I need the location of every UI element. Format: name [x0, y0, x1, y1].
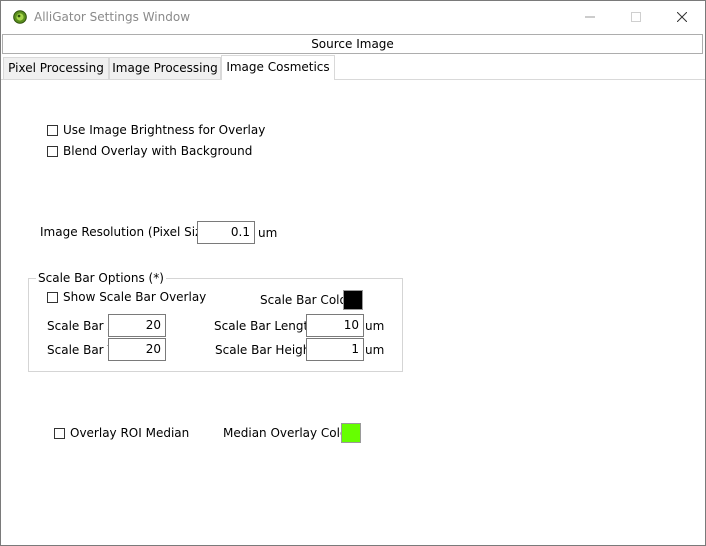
- scale-bar-length-input[interactable]: 10: [306, 314, 364, 337]
- scale-bar-x-label: Scale Bar X: [47, 319, 116, 333]
- minimize-button[interactable]: [567, 1, 613, 33]
- maximize-icon: [631, 12, 641, 22]
- image-resolution-unit: um: [258, 226, 278, 240]
- scale-bar-options-legend: Scale Bar Options (*): [36, 271, 166, 285]
- scale-bar-height-input[interactable]: 1: [306, 338, 364, 361]
- tab-pixel-processing[interactable]: Pixel Processing: [3, 57, 109, 79]
- scale-bar-y-input[interactable]: 20: [108, 338, 166, 361]
- scale-bar-height-unit: um: [365, 343, 385, 357]
- brightness-overlay-label: Use Image Brightness for Overlay: [63, 123, 266, 137]
- maximize-button[interactable]: [613, 1, 659, 33]
- show-scale-bar-checkbox[interactable]: [47, 292, 58, 303]
- settings-window: AlliGator Settings Window Source Image P…: [0, 0, 706, 546]
- close-button[interactable]: [659, 1, 705, 33]
- tab-image-cosmetics[interactable]: Image Cosmetics: [221, 55, 335, 80]
- alligator-app-icon: [13, 10, 27, 24]
- tab-strip: Pixel Processing Image Processing Image …: [1, 55, 705, 81]
- tab-divider: [1, 79, 705, 80]
- blend-overlay-checkbox[interactable]: [47, 146, 58, 157]
- tab-image-processing[interactable]: Image Processing: [109, 57, 221, 79]
- scale-bar-height-label: Scale Bar Height: [215, 343, 316, 357]
- overlay-roi-median-checkbox[interactable]: [54, 428, 65, 439]
- minimize-icon: [585, 16, 595, 18]
- window-title: AlliGator Settings Window: [34, 10, 191, 24]
- source-image-button[interactable]: Source Image: [2, 34, 703, 54]
- overlay-roi-median-label: Overlay ROI Median: [70, 426, 190, 440]
- scale-bar-color-swatch[interactable]: [343, 290, 363, 310]
- blend-overlay-label: Blend Overlay with Background: [63, 144, 253, 158]
- close-icon: [677, 12, 687, 22]
- scale-bar-color-label: Scale Bar Color: [260, 293, 352, 307]
- scale-bar-x-input[interactable]: 20: [108, 314, 166, 337]
- median-overlay-color-swatch[interactable]: [341, 423, 361, 443]
- scale-bar-length-label: Scale Bar Length: [214, 319, 316, 333]
- median-overlay-color-label: Median Overlay Color: [223, 426, 353, 440]
- image-resolution-input[interactable]: 0.1: [197, 221, 255, 244]
- brightness-overlay-checkbox[interactable]: [47, 125, 58, 136]
- show-scale-bar-label: Show Scale Bar Overlay: [63, 290, 207, 304]
- scale-bar-length-unit: um: [365, 319, 385, 333]
- title-bar: AlliGator Settings Window: [1, 1, 705, 33]
- scale-bar-y-label: Scale Bar Y: [47, 343, 115, 357]
- image-resolution-label: Image Resolution (Pixel Size): [40, 225, 214, 239]
